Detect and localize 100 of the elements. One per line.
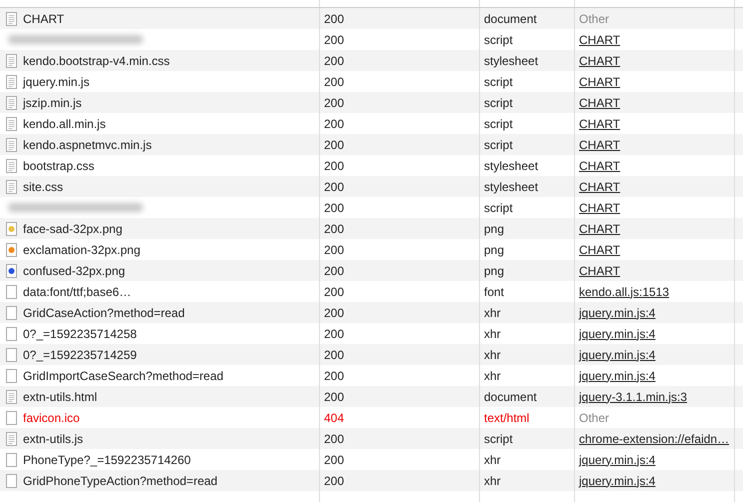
- status-code: 200: [324, 74, 344, 88]
- initiator-link[interactable]: CHART: [579, 116, 620, 130]
- resource-type: script: [484, 116, 513, 130]
- status-code: 200: [324, 390, 344, 404]
- resource-type: stylesheet: [484, 158, 538, 172]
- file-icon: [6, 326, 17, 340]
- document-icon: [6, 432, 17, 446]
- initiator-link[interactable]: chrome-extension://efaidn…: [579, 432, 730, 446]
- document-icon: [6, 96, 17, 110]
- initiator-link[interactable]: jquery.min.js:4: [579, 326, 656, 340]
- request-name[interactable]: jquery.min.js: [23, 74, 90, 88]
- initiator-link[interactable]: jquery.min.js:4: [579, 452, 656, 466]
- image-icon: [6, 222, 17, 236]
- status-code: 200: [324, 116, 344, 130]
- request-name[interactable]: extn-utils.js: [23, 432, 84, 446]
- request-name[interactable]: extn-utils.html: [23, 390, 98, 404]
- document-icon: [6, 158, 17, 172]
- document-icon: [6, 180, 17, 194]
- initiator-link[interactable]: CHART: [579, 74, 620, 88]
- document-icon: [6, 138, 17, 152]
- initiator-link[interactable]: CHART: [579, 222, 620, 236]
- resource-type: script: [484, 96, 513, 110]
- resource-type: xhr: [484, 326, 501, 340]
- file-icon: [6, 306, 17, 320]
- initiator-link[interactable]: jquery.min.js:4: [579, 348, 656, 362]
- status-code: 200: [324, 452, 344, 466]
- request-name[interactable]: GridCaseAction?method=read: [23, 306, 185, 320]
- request-name[interactable]: bootstrap.css: [23, 158, 94, 172]
- request-name[interactable]: confused-32px.png: [23, 264, 126, 278]
- document-icon: [6, 116, 17, 130]
- resource-type: document: [484, 12, 537, 26]
- initiator-link[interactable]: kendo.all.js:1513: [579, 284, 670, 298]
- initiator-link[interactable]: jquery.min.js:4: [579, 306, 656, 320]
- request-name[interactable]: 0?_=1592235714259: [23, 348, 137, 362]
- request-name[interactable]: kendo.bootstrap-v4.min.css: [23, 54, 170, 68]
- request-name[interactable]: GridImportCaseSearch?method=read: [23, 368, 224, 382]
- resource-type: xhr: [484, 348, 501, 362]
- status-code: 200: [324, 54, 344, 68]
- initiator-link[interactable]: CHART: [579, 96, 620, 110]
- resource-type: text/html: [484, 410, 530, 424]
- file-icon: [6, 410, 17, 424]
- initiator-link[interactable]: CHART: [579, 32, 620, 46]
- status-code: 200: [324, 242, 344, 256]
- initiator-link[interactable]: CHART: [579, 54, 620, 68]
- status-code: 200: [324, 138, 344, 152]
- initiator-text: Other: [579, 12, 610, 26]
- status-code: 200: [324, 368, 344, 382]
- status-code: 200: [324, 32, 344, 46]
- request-name[interactable]: exclamation-32px.png: [23, 242, 140, 256]
- document-icon: [6, 74, 17, 88]
- initiator-link[interactable]: CHART: [579, 200, 620, 214]
- request-name[interactable]: kendo.all.min.js: [23, 116, 106, 130]
- resource-type: xhr: [484, 368, 501, 382]
- file-icon: [6, 474, 17, 488]
- resource-type: script: [484, 138, 513, 152]
- image-icon: [6, 242, 17, 256]
- initiator-link[interactable]: jquery-3.1.1.min.js:3: [579, 390, 688, 404]
- request-name[interactable]: face-sad-32px.png: [23, 222, 122, 236]
- request-name[interactable]: site.css: [23, 180, 64, 194]
- request-name[interactable]: 0?_=1592235714258: [23, 326, 137, 340]
- initiator-link[interactable]: CHART: [579, 180, 620, 194]
- status-code: 200: [324, 12, 344, 26]
- request-name[interactable]: jszip.min.js: [23, 96, 82, 110]
- file-icon: [6, 348, 17, 362]
- initiator-link[interactable]: CHART: [579, 242, 620, 256]
- status-code: 200: [324, 326, 344, 340]
- resource-type: png: [484, 222, 504, 236]
- status-code: 200: [324, 222, 344, 236]
- status-code: 200: [324, 474, 344, 488]
- resource-type: script: [484, 200, 513, 214]
- request-name[interactable]: PhoneType?_=1592235714260: [23, 452, 191, 466]
- status-code: 200: [324, 96, 344, 110]
- initiator-text: Other: [579, 410, 610, 424]
- document-icon: [6, 54, 17, 68]
- initiator-link[interactable]: CHART: [579, 264, 620, 278]
- resource-type: stylesheet: [484, 54, 538, 68]
- request-name[interactable]: favicon.ico: [23, 410, 80, 424]
- document-icon: [6, 12, 17, 26]
- request-name[interactable]: GridPhoneTypeAction?method=read: [23, 474, 218, 488]
- status-code: 200: [324, 264, 344, 278]
- initiator-link[interactable]: jquery.min.js:4: [579, 474, 656, 488]
- request-name[interactable]: CHART: [23, 12, 64, 26]
- resource-type: xhr: [484, 474, 501, 488]
- status-code: 200: [324, 180, 344, 194]
- resource-type: script: [484, 32, 513, 46]
- status-code: 200: [324, 158, 344, 172]
- initiator-link[interactable]: CHART: [579, 158, 620, 172]
- status-code: 200: [324, 200, 344, 214]
- status-code: 200: [324, 284, 344, 298]
- request-name[interactable]: kendo.aspnetmvc.min.js: [23, 138, 152, 152]
- status-code: 200: [324, 432, 344, 446]
- resource-type: script: [484, 432, 513, 446]
- file-icon: [6, 368, 17, 382]
- status-code: 200: [324, 348, 344, 362]
- file-icon: [6, 452, 17, 466]
- status-code: 200: [324, 306, 344, 320]
- initiator-link[interactable]: CHART: [579, 138, 620, 152]
- request-name[interactable]: data:font/ttf;base6…: [23, 284, 132, 298]
- resource-type: stylesheet: [484, 180, 538, 194]
- initiator-link[interactable]: jquery.min.js:4: [579, 368, 656, 382]
